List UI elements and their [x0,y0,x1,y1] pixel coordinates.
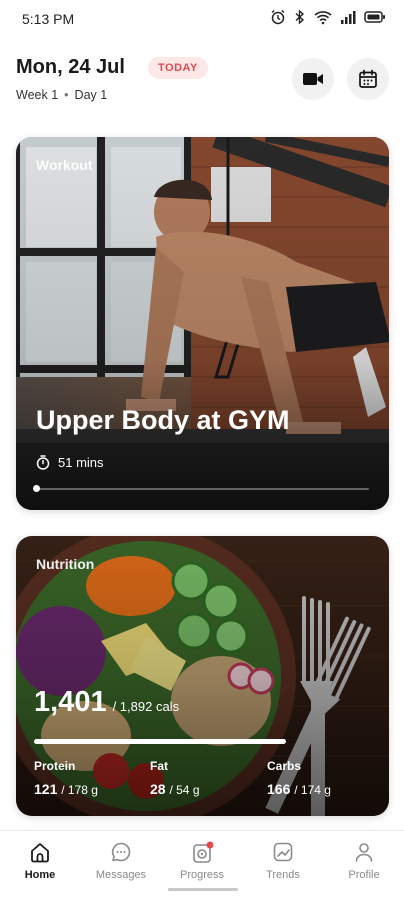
nav-item-trends[interactable]: Trends [243,841,323,881]
video-camera-icon [303,73,323,85]
nav-label: Trends [266,869,300,881]
macro-total: / 178 g [61,783,98,797]
calendar-button[interactable] [347,58,389,100]
header: Mon, 24 Jul TODAY Week 1 • Day 1 [0,50,404,110]
nav-item-home[interactable]: Home [0,841,80,881]
bluetooth-icon [295,9,305,25]
alarm-icon [271,9,285,25]
workout-card[interactable]: Workout Upper Body at GYM 51 mins [16,137,389,510]
workout-duration: 51 mins [36,455,104,470]
status-icons [270,9,386,25]
home-icon [31,843,49,863]
home-indicator [168,888,238,891]
nav-item-progress[interactable]: Progress [162,841,242,881]
nav-label: Messages [95,869,147,881]
workout-progress-track [36,488,369,490]
today-badge[interactable]: TODAY [148,57,208,79]
duration-text: 51 mins [58,455,104,470]
macro-total: / 174 g [294,783,331,797]
macro-label: Protein [34,759,76,773]
macro-value: 121 [34,781,58,797]
signal-icon [341,11,356,24]
macro-label: Carbs [267,759,302,773]
macro-fat: Fat 28 / 54 g [150,759,200,797]
progress-icon [193,841,214,863]
macro-value: 166 [267,781,291,797]
notification-dot [206,841,214,849]
nav-label: Home [24,869,56,881]
status-time: 5:13 PM [22,11,75,27]
calories-goal: / 1,892 cals [112,699,180,714]
macro-label: Fat [150,759,168,773]
video-call-button[interactable] [292,58,334,100]
calories-progress-bar [34,739,286,744]
nav-item-messages[interactable]: Messages [81,841,161,881]
status-bar: 5:13 PM [0,0,404,40]
battery-icon [364,11,385,23]
workout-label: Workout [36,157,93,173]
messages-icon [111,842,131,862]
week-label: Week 1 [16,88,59,102]
nav-label: Progress [179,869,225,881]
calendar-icon [359,69,377,88]
workout-progress-handle[interactable] [33,485,40,492]
week-day-indicator: Week 1 • Day 1 [16,88,108,102]
stopwatch-icon [36,455,50,470]
calories-consumed: 1,401 [34,686,107,718]
workout-title: Upper Body at GYM [36,405,290,435]
nav-item-profile[interactable]: Profile [324,841,404,881]
nav-label: Profile [348,869,380,881]
profile-icon [355,843,373,862]
macro-value: 28 [150,781,166,797]
trends-icon [273,842,293,862]
macro-carbs: Carbs 166 / 174 g [267,759,331,797]
calories-summary: 1,401 / 1,892 cals [34,686,179,719]
day-label: Day 1 [74,88,108,102]
nutrition-card[interactable]: Nutrition 1,401 / 1,892 cals Protein 121 … [16,536,389,816]
page-title: Mon, 24 Jul [16,56,125,78]
nutrition-label: Nutrition [36,556,95,572]
macro-protein: Protein 121 / 178 g [34,759,98,797]
wifi-icon [314,11,332,25]
macro-total: / 54 g [169,783,200,797]
